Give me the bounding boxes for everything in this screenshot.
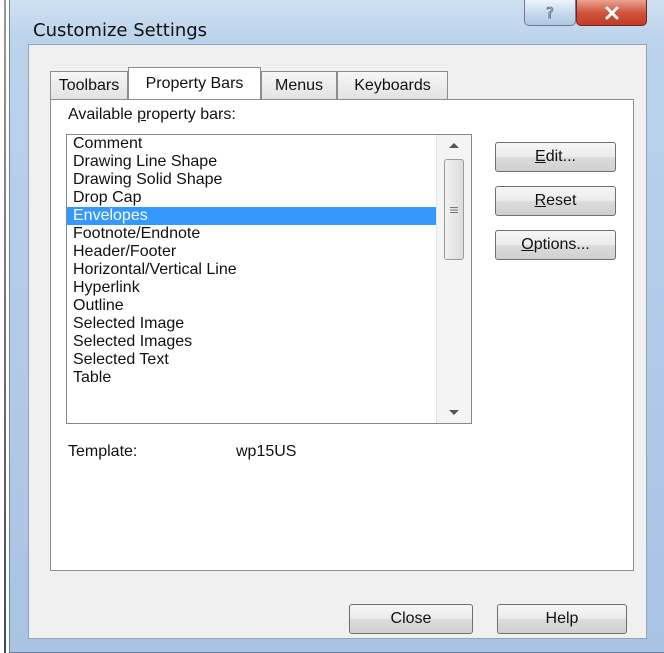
grip-icon xyxy=(450,206,458,213)
list-item[interactable]: Envelopes xyxy=(67,207,471,225)
available-property-bars-label: Available property bars: xyxy=(68,106,236,123)
background-edge xyxy=(0,0,9,653)
list-item[interactable]: Footnote/Endnote xyxy=(67,225,471,243)
list-item[interactable]: Selected Image xyxy=(67,315,471,333)
close-icon xyxy=(605,6,618,19)
scroll-up-arrow-icon[interactable] xyxy=(449,143,459,148)
help-button[interactable]: Help xyxy=(497,604,627,634)
edit-button[interactable]: Edit... xyxy=(495,142,616,172)
list-item[interactable]: Header/Footer xyxy=(67,243,471,261)
list-item[interactable]: Table xyxy=(67,369,471,387)
svg-text:?: ? xyxy=(546,4,554,22)
reset-button[interactable]: Reset xyxy=(495,186,616,216)
list-item[interactable]: Drop Cap xyxy=(67,189,471,207)
tab-property-bars[interactable]: Property Bars xyxy=(128,67,261,99)
scroll-thumb[interactable] xyxy=(444,159,464,260)
tab-menus[interactable]: Menus xyxy=(261,71,337,99)
list-item[interactable]: Drawing Solid Shape xyxy=(67,171,471,189)
list-item[interactable]: Horizontal/Vertical Line xyxy=(67,261,471,279)
tab-keyboards[interactable]: Keyboards xyxy=(337,71,448,99)
property-bars-panel: Available property bars: Comment Drawing … xyxy=(50,99,634,571)
list-item[interactable]: Selected Text xyxy=(67,351,471,369)
title-close-button[interactable] xyxy=(576,0,647,26)
list-item[interactable]: Hyperlink xyxy=(67,279,471,297)
question-mark-icon: ? xyxy=(546,4,555,22)
tab-toolbars[interactable]: Toolbars xyxy=(50,71,128,99)
title-help-button[interactable]: ? xyxy=(524,0,576,26)
list-scrollbar[interactable] xyxy=(436,135,471,423)
list-item[interactable]: Drawing Line Shape xyxy=(67,153,471,171)
property-bars-listbox[interactable]: Comment Drawing Line Shape Drawing Solid S… xyxy=(66,134,472,424)
template-label: Template: xyxy=(68,443,138,460)
list-items: Comment Drawing Line Shape Drawing Solid S… xyxy=(67,135,471,387)
list-item[interactable]: Selected Images xyxy=(67,333,471,351)
options-button[interactable]: Options... xyxy=(495,230,616,260)
close-button[interactable]: Close xyxy=(349,604,473,634)
list-item[interactable]: Comment xyxy=(67,135,471,153)
template-value: wp15US xyxy=(236,443,297,460)
window-title: Customize Settings xyxy=(33,20,208,41)
edge-stripe xyxy=(4,0,6,653)
dialog-client-area: Toolbars Property Bars Menus Keyboards A… xyxy=(28,44,647,639)
dialog-window: Customize Settings ? Toolbars Property B… xyxy=(9,0,664,653)
list-item[interactable]: Outline xyxy=(67,297,471,315)
scroll-down-arrow-icon[interactable] xyxy=(449,410,459,415)
